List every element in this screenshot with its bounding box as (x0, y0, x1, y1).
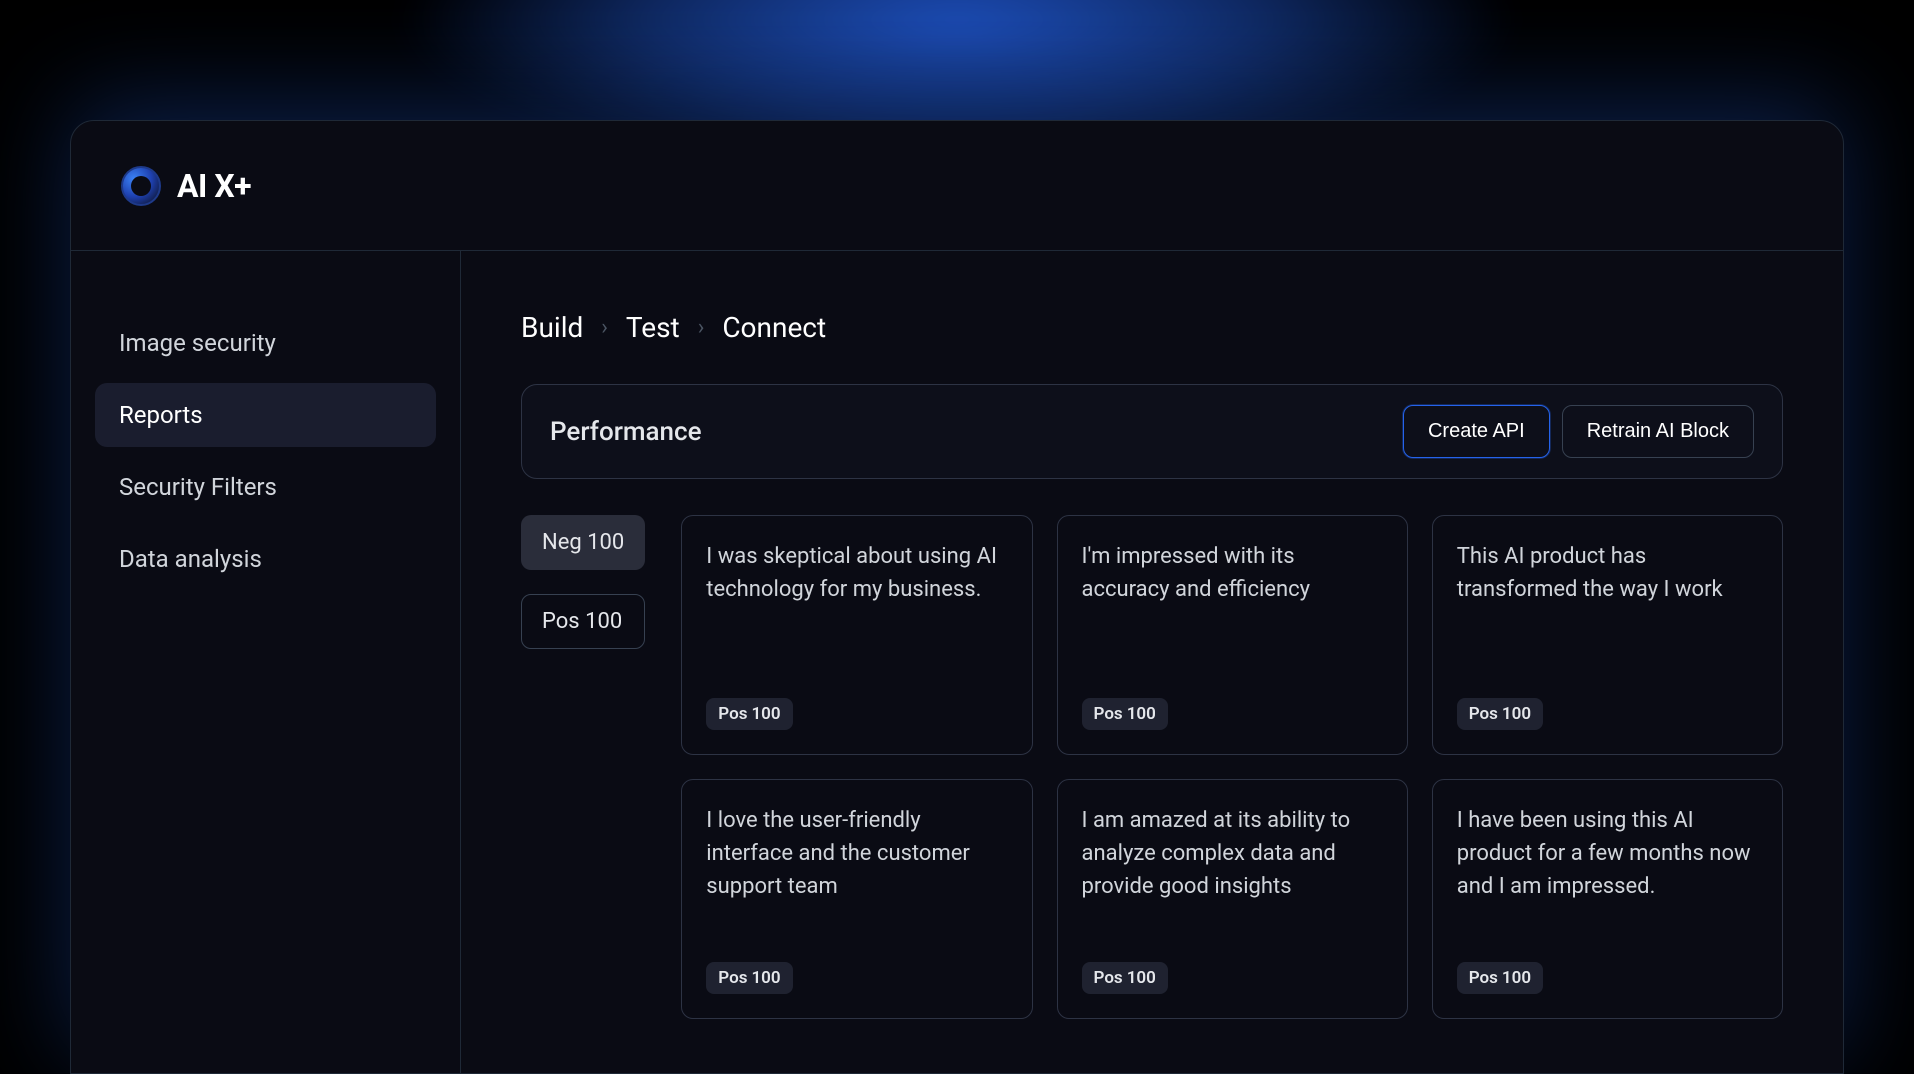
card-tag-value: 100 (1127, 968, 1156, 988)
card-tag: Pos100 (706, 698, 792, 730)
app-body: Image security Reports Security Filters … (71, 251, 1843, 1073)
card-text: I'm impressed with its accuracy and effi… (1082, 540, 1383, 606)
retrain-ai-block-button[interactable]: Retrain AI Block (1562, 405, 1754, 458)
main-content: Build › Test › Connect Performance Creat… (461, 251, 1843, 1073)
content-row: Neg 100 Pos 100 I was skeptical about us… (521, 515, 1783, 1019)
app-logo: AI X+ (121, 166, 251, 206)
performance-panel: Performance Create API Retrain AI Block (521, 384, 1783, 479)
card-tag-value: 100 (1502, 704, 1531, 724)
card-tag-value: 100 (751, 968, 780, 988)
card-tag-label: Pos (1469, 704, 1498, 724)
feedback-card[interactable]: I love the user-friendly interface and t… (681, 779, 1032, 1019)
titlebar: AI X+ (71, 121, 1843, 251)
panel-actions: Create API Retrain AI Block (1403, 405, 1754, 458)
feedback-card[interactable]: This AI product has transformed the way … (1432, 515, 1783, 755)
breadcrumb: Build › Test › Connect (521, 311, 1783, 344)
filter-pos-label: Pos (542, 609, 580, 634)
cards-grid: I was skeptical about using AI technolog… (681, 515, 1783, 1019)
app-window: AI X+ Image security Reports Security Fi… (70, 120, 1844, 1074)
card-tag-label: Pos (1094, 968, 1123, 988)
breadcrumb-connect[interactable]: Connect (722, 311, 826, 344)
feedback-card[interactable]: I am amazed at its ability to analyze co… (1057, 779, 1408, 1019)
card-tag-value: 100 (1502, 968, 1531, 988)
filter-neg-value: 100 (587, 530, 624, 555)
card-tag-label: Pos (718, 704, 747, 724)
card-tag-label: Pos (718, 968, 747, 988)
card-tag: Pos100 (706, 962, 792, 994)
filter-neg[interactable]: Neg 100 (521, 515, 645, 570)
sidebar-item-data-analysis[interactable]: Data analysis (95, 527, 436, 591)
card-text: I have been using this AI product for a … (1457, 804, 1758, 903)
sidebar-item-security-filters[interactable]: Security Filters (95, 455, 436, 519)
breadcrumb-test[interactable]: Test (626, 311, 680, 344)
feedback-card[interactable]: I have been using this AI product for a … (1432, 779, 1783, 1019)
card-text: I love the user-friendly interface and t… (706, 804, 1007, 903)
feedback-card[interactable]: I was skeptical about using AI technolog… (681, 515, 1032, 755)
card-tag-label: Pos (1469, 968, 1498, 988)
breadcrumb-build[interactable]: Build (521, 311, 583, 344)
card-tag-label: Pos (1094, 704, 1123, 724)
logo-icon (121, 166, 161, 206)
sidebar-item-image-security[interactable]: Image security (95, 311, 436, 375)
sidebar: Image security Reports Security Filters … (71, 251, 461, 1073)
card-tag: Pos100 (1457, 962, 1543, 994)
filter-pos-value: 100 (585, 609, 622, 634)
card-tag: Pos100 (1082, 962, 1168, 994)
sidebar-item-reports[interactable]: Reports (95, 383, 436, 447)
card-tag: Pos100 (1457, 698, 1543, 730)
card-tag: Pos100 (1082, 698, 1168, 730)
card-text: I am amazed at its ability to analyze co… (1082, 804, 1383, 903)
card-tag-value: 100 (1127, 704, 1156, 724)
panel-title: Performance (550, 417, 702, 447)
filter-neg-label: Neg (542, 530, 582, 555)
card-text: This AI product has transformed the way … (1457, 540, 1758, 606)
create-api-button[interactable]: Create API (1403, 405, 1550, 458)
chevron-right-icon: › (601, 315, 608, 340)
filter-column: Neg 100 Pos 100 (521, 515, 645, 1019)
feedback-card[interactable]: I'm impressed with its accuracy and effi… (1057, 515, 1408, 755)
app-name: AI X+ (177, 167, 251, 205)
card-text: I was skeptical about using AI technolog… (706, 540, 1007, 606)
chevron-right-icon: › (698, 315, 705, 340)
filter-pos[interactable]: Pos 100 (521, 594, 645, 649)
card-tag-value: 100 (751, 704, 780, 724)
